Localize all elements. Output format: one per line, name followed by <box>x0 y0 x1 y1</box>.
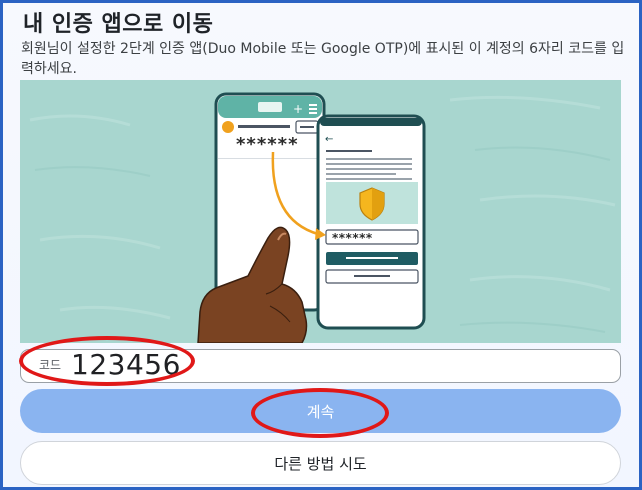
svg-text:+: + <box>293 102 303 116</box>
auth-app-dialog: 내 인증 앱으로 이동 회원님이 설정한 2단계 인증 앱(Duo Mobile… <box>0 0 642 490</box>
code-input-field[interactable]: 코드 <box>20 348 621 383</box>
authenticator-illustration: + ****** ← ****** <box>20 80 621 343</box>
code-input[interactable] <box>71 348 371 381</box>
instruction-text: 회원님이 설정한 2단계 인증 앱(Duo Mobile 또는 Google O… <box>21 41 625 77</box>
right-phone-masked-code: ****** <box>332 231 373 245</box>
page-title: 내 인증 앱으로 이동 <box>23 12 214 37</box>
continue-button[interactable]: 계속 <box>20 389 621 433</box>
right-phone-graphic: ← ****** <box>316 114 426 330</box>
code-label: 코드 <box>39 358 62 372</box>
try-another-method-button[interactable]: 다른 방법 시도 <box>20 441 621 485</box>
svg-text:←: ← <box>325 134 333 145</box>
left-phone-masked-code: ****** <box>236 134 298 155</box>
